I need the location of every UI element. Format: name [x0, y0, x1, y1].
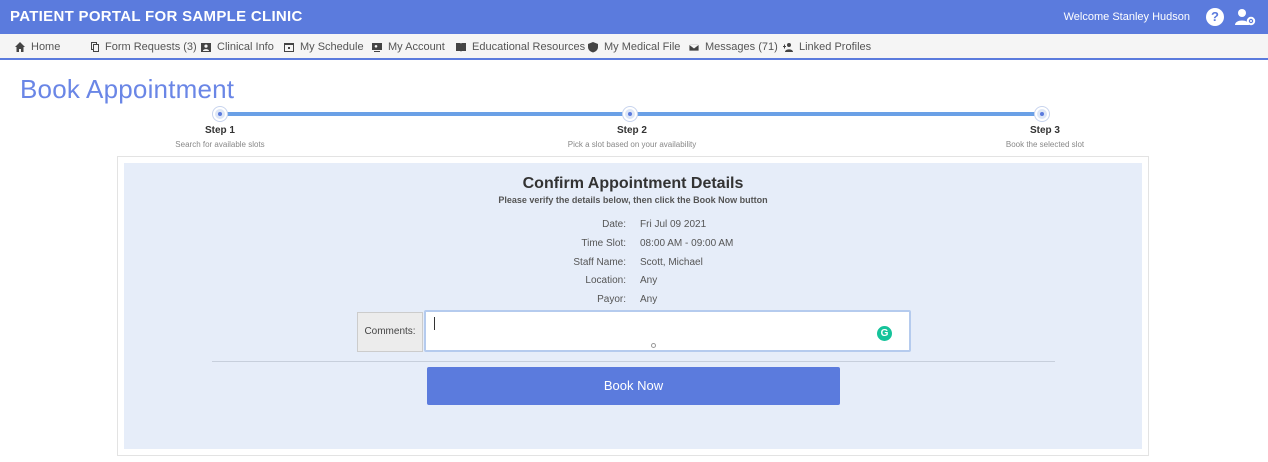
confirm-subtitle: Please verify the details below, then cl… — [498, 195, 768, 205]
detail-value: Any — [640, 294, 658, 305]
envelope-icon — [688, 43, 700, 52]
shield-icon — [588, 42, 598, 53]
nav-item-label: My Account — [388, 41, 445, 53]
step-2-dot — [623, 107, 637, 121]
step-1-label: Step 1 — [204, 125, 235, 136]
nav-item-educational-resources[interactable]: Educational Resources — [455, 41, 585, 53]
step-3-label: Step 3 — [1029, 125, 1060, 136]
nav-item-home[interactable]: Home — [14, 41, 60, 53]
step-1-subtitle: Search for available slots — [175, 140, 265, 149]
detail-key: Staff Name: — [573, 257, 626, 268]
book-icon — [456, 43, 466, 52]
nav-item-my-schedule[interactable]: My Schedule — [283, 41, 364, 53]
help-icon[interactable]: ? — [1206, 8, 1224, 26]
calendar-icon — [284, 43, 294, 52]
top-bar: PATIENT PORTAL FOR SAMPLE CLINIC Welcome… — [0, 0, 1268, 34]
detail-value: 08:00 AM - 09:00 AM — [640, 238, 734, 249]
detail-value: Fri Jul 09 2021 — [640, 219, 707, 230]
detail-row-date: Date: Fri Jul 09 2021 — [124, 219, 1142, 233]
grammarly-icon[interactable]: G — [877, 326, 892, 341]
resize-handle-icon[interactable] — [651, 343, 656, 348]
nav-item-label: My Schedule — [300, 41, 364, 53]
account-icon — [372, 43, 382, 52]
comments-label: Comments: — [357, 312, 423, 352]
page-title: Book Appointment — [20, 74, 235, 104]
detail-row-staff-name: Staff Name: Scott, Michael — [124, 257, 1142, 271]
comments-input[interactable] — [424, 310, 911, 352]
stepper: Step 1 Search for available slots Step 2… — [0, 106, 1268, 154]
detail-value: Any — [640, 275, 658, 286]
detail-key: Payor: — [597, 294, 626, 305]
step-2-subtitle: Pick a slot based on your availability — [567, 140, 697, 149]
nav-item-messages[interactable]: Messages (71) — [688, 41, 778, 53]
detail-key: Time Slot: — [581, 238, 626, 249]
detail-row-payor: Payor: Any — [124, 294, 1142, 308]
nav-item-label: Form Requests (3) — [105, 41, 197, 53]
confirm-panel: Confirm Appointment Details Please verif… — [124, 163, 1142, 449]
portal-title: PATIENT PORTAL FOR SAMPLE CLINIC — [10, 8, 303, 25]
step-3-subtitle: Book the selected slot — [1005, 140, 1085, 149]
step-2-label: Step 2 — [616, 125, 647, 136]
detail-key: Location: — [585, 275, 626, 286]
step-3-dot — [1035, 107, 1049, 121]
nav-item-label: My Medical File — [604, 41, 681, 53]
detail-key: Date: — [602, 219, 626, 230]
book-now-button[interactable]: Book Now — [427, 367, 840, 405]
nav-item-label: Linked Profiles — [799, 41, 872, 53]
nav-item-my-account[interactable]: My Account — [371, 41, 445, 53]
step-1-dot — [213, 107, 227, 121]
confirm-title: Confirm Appointment Details — [522, 175, 744, 192]
clinical-icon — [201, 43, 211, 52]
welcome-text: Welcome Stanley Hudson — [1063, 11, 1190, 23]
linked-profiles-icon — [783, 43, 793, 52]
confirm-card: Confirm Appointment Details Please verif… — [117, 156, 1149, 456]
nav-item-label: Clinical Info — [217, 41, 274, 53]
detail-row-location: Location: Any — [124, 275, 1142, 289]
detail-value: Scott, Michael — [640, 257, 703, 268]
nav-item-clinical-info[interactable]: Clinical Info — [200, 41, 274, 53]
detail-row-time-slot: Time Slot: 08:00 AM - 09:00 AM — [124, 238, 1142, 252]
nav-item-label: Educational Resources — [472, 41, 586, 53]
divider — [212, 361, 1055, 362]
home-icon — [15, 42, 25, 52]
nav-item-form-requests[interactable]: Form Requests (3) — [88, 41, 197, 53]
nav-item-label: Home — [31, 41, 61, 53]
user-settings-icon[interactable] — [1234, 7, 1256, 27]
text-caret — [434, 317, 435, 330]
nav-item-label: Messages (71) — [705, 41, 778, 53]
forms-icon — [91, 42, 99, 52]
nav-bar: Home Form Requests (3) Clinical Info My … — [0, 34, 1268, 60]
nav-item-my-medical-file[interactable]: My Medical File — [587, 41, 680, 53]
nav-item-linked-profiles[interactable]: Linked Profiles — [782, 41, 871, 53]
